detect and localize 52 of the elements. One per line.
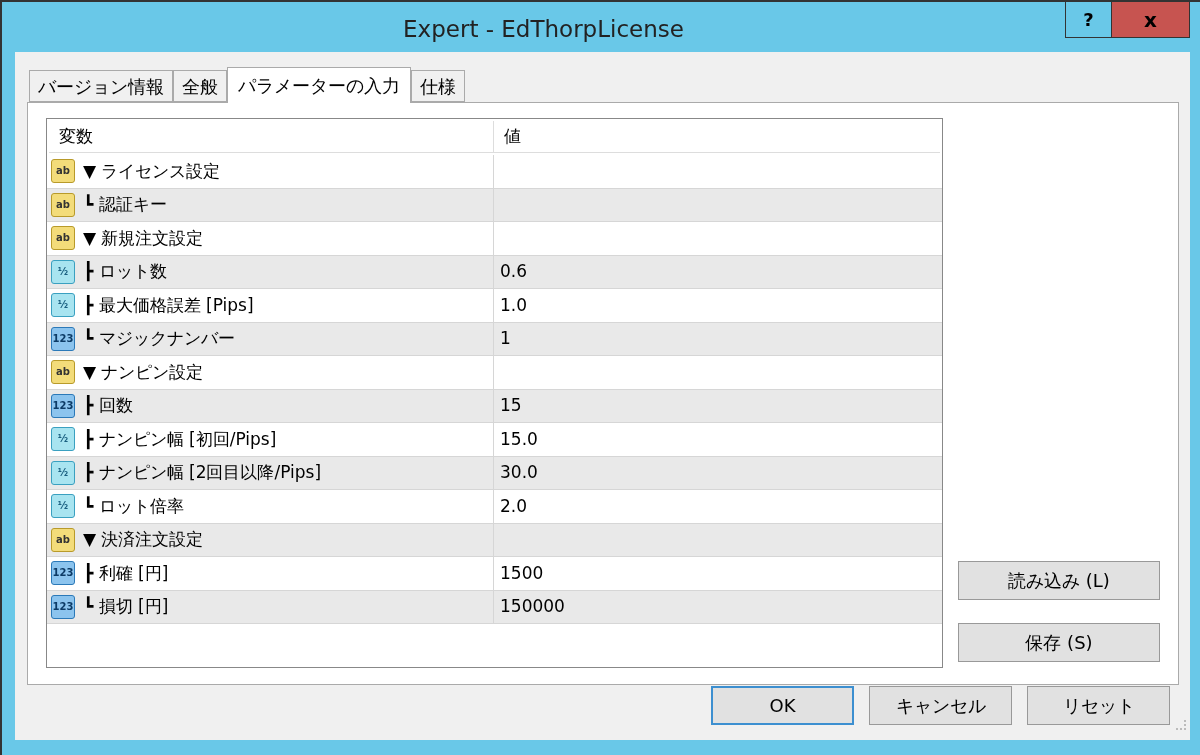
column-header[interactable]: 変数 — [49, 123, 103, 150]
value-cell[interactable]: 30.0 — [500, 460, 538, 486]
variable-name: ┗ マジックナンバー — [83, 327, 235, 350]
column-header[interactable]: 値 — [494, 123, 531, 150]
help-button[interactable]: ? — [1065, 2, 1112, 38]
value-cell[interactable]: 15.0 — [500, 426, 538, 452]
close-button[interactable]: x — [1112, 2, 1190, 38]
value-cell[interactable]: 2.0 — [500, 493, 528, 519]
variable-name: ▼ ナンピン設定 — [83, 360, 204, 384]
variable-name: ┣ ナンピン幅 [初回/Pips] — [83, 427, 277, 452]
number-type-icon: 123 — [51, 326, 75, 351]
number-type-icon: 123 — [51, 594, 75, 619]
variable-name: ▼ 決済注文設定 — [83, 528, 204, 551]
number-type-icon: ½ — [51, 427, 75, 452]
value-cell[interactable]: 1500 — [500, 560, 544, 586]
number-type-icon: ½ — [51, 259, 75, 284]
side-button[interactable]: 保存 (S) — [958, 623, 1160, 662]
value-cell[interactable]: 15 — [500, 393, 522, 419]
value-cell[interactable]: 1 — [500, 326, 511, 352]
window-title: Expert - EdThorpLicense — [403, 15, 684, 44]
number-type-icon: 123 — [51, 561, 75, 586]
resize-grip[interactable] — [1176, 720, 1186, 730]
variable-name: ▼ 新規注文設定 — [83, 226, 204, 250]
variable-name: ┣ 利確 [円] — [83, 561, 169, 586]
tab[interactable]: バージョン情報 — [29, 70, 173, 102]
value-cell[interactable]: 1.0 — [500, 292, 528, 318]
tab[interactable]: 仕様 — [411, 70, 465, 102]
variable-name: ┣ ロット数 — [83, 260, 167, 284]
text-type-icon: ab — [51, 360, 75, 385]
variable-name: ┣ ナンピン幅 [2回目以降/Pips] — [83, 461, 322, 485]
dialog-button[interactable]: OK — [711, 686, 854, 725]
number-type-icon: ½ — [51, 293, 75, 318]
variable-name: ┗ ロット倍率 — [83, 494, 184, 518]
text-type-icon: ab — [51, 527, 75, 552]
number-type-icon: 123 — [51, 393, 75, 418]
number-type-icon: ½ — [51, 460, 75, 485]
variable-name: ┣ 最大価格誤差 [Pips] — [83, 293, 254, 318]
tab[interactable]: 全般 — [173, 70, 227, 102]
variable-name: ┗ 損切 [円] — [83, 595, 169, 618]
tab[interactable]: パラメーターの入力 — [227, 67, 411, 103]
variable-name: ┣ 回数 — [83, 394, 133, 418]
dialog-button[interactable]: リセット — [1027, 686, 1170, 725]
dialog-button[interactable]: キャンセル — [869, 686, 1012, 725]
value-cell[interactable]: 0.6 — [500, 259, 528, 285]
text-type-icon: ab — [51, 159, 75, 184]
value-cell[interactable]: 150000 — [500, 594, 565, 620]
text-type-icon: ab — [51, 192, 75, 217]
text-type-icon: ab — [51, 226, 75, 251]
variable-name: ┗ 認証キー — [83, 193, 167, 216]
side-button[interactable]: 読み込み (L) — [958, 561, 1160, 600]
number-type-icon: ½ — [51, 494, 75, 519]
variable-name: ▼ ライセンス設定 — [83, 159, 221, 183]
